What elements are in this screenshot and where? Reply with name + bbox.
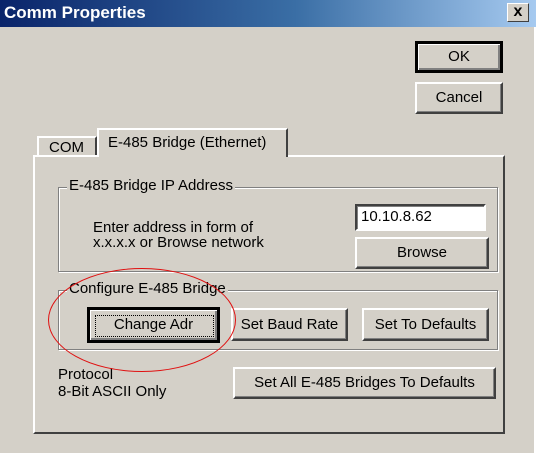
highlight-ellipse <box>48 268 236 372</box>
browse-button[interactable]: Browse <box>355 237 489 269</box>
title-bar[interactable]: Comm Properties x <box>0 0 536 27</box>
ip-hint-line2: x.x.x.x or Browse network <box>93 234 264 251</box>
set-all-bridges-defaults-button[interactable]: Set All E-485 Bridges To Defaults <box>233 367 496 399</box>
protocol-label: Protocol <box>58 366 114 383</box>
ip-group-legend: E-485 Bridge IP Address <box>67 177 235 194</box>
set-baud-rate-button[interactable]: Set Baud Rate <box>231 308 348 341</box>
ok-button[interactable]: OK <box>415 41 503 73</box>
window-title: Comm Properties <box>4 3 146 22</box>
protocol-value: 8-Bit ASCII Only <box>58 383 167 400</box>
cancel-button[interactable]: Cancel <box>415 82 503 114</box>
comm-properties-dialog: Comm Properties x OK Cancel COM E-485 Br… <box>0 0 536 453</box>
set-to-defaults-button[interactable]: Set To Defaults <box>362 308 489 341</box>
tab-com[interactable]: COM <box>37 136 97 157</box>
close-icon[interactable]: x <box>507 3 529 22</box>
ip-address-field[interactable]: 10.10.8.62 <box>355 204 486 231</box>
tab-e485-bridge-ethernet[interactable]: E-485 Bridge (Ethernet) <box>97 128 288 157</box>
